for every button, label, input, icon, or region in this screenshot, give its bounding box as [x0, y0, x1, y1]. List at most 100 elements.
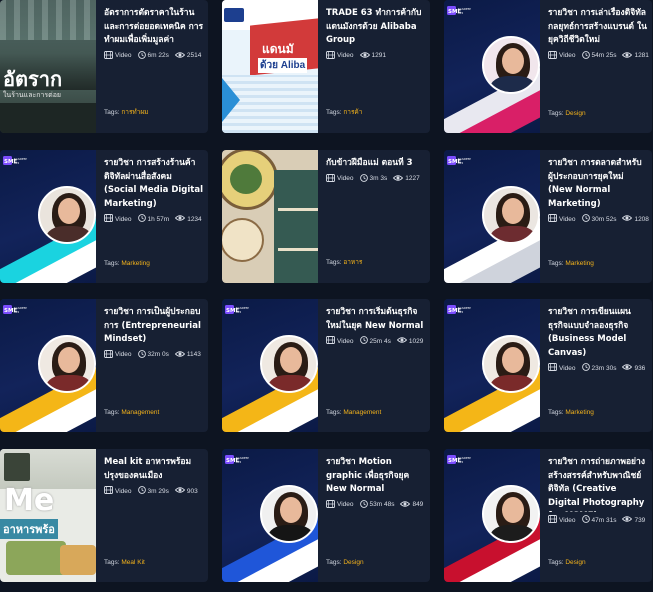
tags-label: Tags:: [104, 409, 120, 416]
course-card[interactable]: SME ACADEMY 365 รายวิชา Motion graphic เพื่…: [222, 449, 430, 582]
sme-academy-logo: SME ACADEMY 365: [3, 302, 28, 314]
eye-icon: [622, 51, 633, 61]
tags: Tags: Management: [326, 409, 381, 416]
tag-link[interactable]: การค้า: [343, 109, 362, 116]
logo-number-text: 365: [458, 310, 464, 314]
duration-value: 23m 30s: [591, 364, 617, 372]
course-title[interactable]: รายวิชา การเขียนแผน ธุรกิจแบบจำลองธุรกิจ…: [548, 306, 648, 360]
course-card[interactable]: SME ACADEMY 365 รายวิชา การตลาดสำหรับ ผู้ปร…: [444, 150, 652, 283]
view-count-value: 1291: [371, 52, 386, 59]
course-title[interactable]: รายวิชา การถ่ายภาพอย่าง สร้างสรรค์สำหรับ…: [548, 456, 648, 512]
course-title[interactable]: Meal kit อาหารพร้อม ปรุงของคนเมือง: [104, 456, 204, 483]
tag-link[interactable]: การทำผม: [121, 109, 148, 116]
tags-label: Tags:: [104, 559, 120, 566]
eye-icon: [174, 350, 185, 360]
content-type-label: Video: [559, 52, 576, 59]
tag-link[interactable]: Meal Kit: [121, 559, 144, 566]
content-type-label: Video: [337, 52, 354, 59]
sme-academy-logo: SME ACADEMY 365: [447, 153, 472, 165]
content-type-label: Video: [115, 487, 132, 495]
tags: Tags: Marketing: [548, 260, 594, 267]
course-title[interactable]: อัตราการตัดราคาในร้าน และการต่อยอดเทคนิค…: [104, 7, 204, 48]
video-icon: [104, 214, 113, 224]
eye-icon: [359, 51, 370, 61]
instructor-portrait: [482, 335, 540, 393]
tag-link[interactable]: Management: [343, 409, 381, 416]
view-count: 739: [622, 515, 645, 525]
logo-number-text: 365: [236, 460, 242, 464]
duration: 47m 31s: [581, 515, 617, 525]
course-title[interactable]: รายวิชา การเริ่มต้นธุรกิจ ใหม่ในยุค New …: [326, 306, 426, 333]
duration: 25m 4s: [359, 336, 391, 346]
tag-link[interactable]: Marketing: [121, 260, 150, 267]
course-card[interactable]: SME ACADEMY 365 รายวิชา การสร้างร้านค้า ดิจ…: [0, 150, 208, 283]
duration-value: 47m 31s: [591, 516, 617, 524]
clock-icon: [581, 214, 590, 224]
view-count: 903: [174, 486, 198, 496]
logo-number-text: 365: [458, 161, 464, 165]
clock-icon: [137, 349, 146, 360]
eye-icon: [393, 174, 404, 184]
course-title[interactable]: รายวิชา การสร้างร้านค้า ดิจิทัลผ่านสื่อส…: [104, 157, 204, 211]
content-type-label: Video: [115, 215, 132, 223]
course-card[interactable]: กับข้าวฝีมือแม่ ตอนที่ 3 Video 3m 3s 1227 Ta…: [222, 150, 430, 283]
course-title[interactable]: TRADE 63 ทำการค้ากับ แดนมังกรด้วย Alibab…: [326, 7, 426, 48]
view-count: 1291: [359, 51, 386, 61]
eye-icon: [622, 214, 633, 224]
view-count: 1234: [175, 214, 202, 224]
course-card[interactable]: SME ACADEMY 365 รายวิชา การเขียนแผน ธุรกิจแ…: [444, 299, 652, 432]
duration: 6m 22s: [137, 50, 169, 61]
duration-value: 32m 0s: [147, 351, 169, 358]
course-title[interactable]: รายวิชา การตลาดสำหรับ ผู้ประกอบการยุคใหม…: [548, 157, 648, 211]
tags: Tags: Design: [548, 559, 586, 566]
tag-link[interactable]: อาหาร: [343, 259, 362, 266]
sme-academy-logo: SME ACADEMY 365: [447, 3, 472, 15]
course-title[interactable]: รายวิชา การเล่าเรื่องดิจิทัล กลยุทธ์การส…: [548, 7, 648, 48]
instructor-portrait: [482, 36, 540, 94]
duration: 1h 57m: [137, 214, 169, 224]
course-card[interactable]: SME ACADEMY 365 รายวิชา การเริ่มต้นธุรกิจ ใ…: [222, 299, 430, 432]
duration-value: 6m 22s: [147, 52, 169, 59]
duration: 3m 3s: [359, 173, 388, 184]
tags: Tags: Meal Kit: [104, 559, 145, 566]
video-icon: [326, 499, 335, 510]
course-title[interactable]: รายวิชา Motion graphic เพื่อธุรกิจยุค Ne…: [326, 456, 426, 497]
duration: 3m 29s: [137, 486, 169, 496]
course-card[interactable]: SME ACADEMY 365 รายวิชา การเป็นผู้ประกอบ กา…: [0, 299, 208, 432]
logo-number-text: 365: [236, 310, 242, 314]
view-count-value: 1227: [405, 175, 420, 182]
course-card[interactable]: SME ACADEMY 365 รายวิชา การถ่ายภาพอย่าง สร้…: [444, 449, 652, 582]
tag-link[interactable]: Design: [565, 110, 585, 117]
tag-link[interactable]: Marketing: [565, 409, 594, 416]
course-card[interactable]: Me อาหารพร้อ Meal kit อาหารพร้อม ปรุงของคน…: [0, 449, 208, 582]
course-card[interactable]: แดนมั ด้วย Aliba TRADE 63 ทำการค้ากับ แดนม…: [222, 0, 430, 133]
clock-icon: [581, 363, 590, 373]
instructor-portrait: [38, 335, 96, 393]
content-type: Video: [548, 515, 576, 525]
content-type: Video: [548, 363, 576, 373]
tag-link[interactable]: Design: [343, 559, 363, 566]
clock-icon: [359, 499, 368, 510]
thumb-subline: ในร้านและการต่อย: [3, 92, 62, 99]
tag-link[interactable]: Marketing: [565, 260, 594, 267]
duration-value: 3m 3s: [369, 175, 388, 182]
logo-number-text: 365: [14, 310, 20, 314]
duration-value: 54m 25s: [591, 52, 617, 59]
clock-icon: [137, 50, 146, 61]
view-count: 1227: [393, 174, 420, 184]
view-count-value: 1208: [634, 215, 649, 223]
course-card[interactable]: อัตราก ในร้านและการต่อย อัตราการตัดราคาในร…: [0, 0, 208, 133]
clock-icon: [137, 486, 146, 496]
instructor-portrait: [482, 186, 540, 244]
course-title[interactable]: รายวิชา การเป็นผู้ประกอบ การ (Entreprene…: [104, 306, 204, 347]
tags-label: Tags:: [326, 259, 342, 266]
course-title[interactable]: กับข้าวฝีมือแม่ ตอนที่ 3: [326, 157, 426, 171]
tag-link[interactable]: Management: [121, 409, 159, 416]
tags-label: Tags:: [548, 559, 564, 566]
logo-number-text: 365: [458, 11, 464, 15]
course-card[interactable]: SME ACADEMY 365 รายวิชา การเล่าเรื่องดิจิทั…: [444, 0, 652, 133]
content-type-label: Video: [559, 516, 576, 524]
content-type: Video: [326, 336, 354, 346]
tag-link[interactable]: Design: [565, 559, 585, 566]
view-count-value: 1029: [408, 337, 424, 345]
